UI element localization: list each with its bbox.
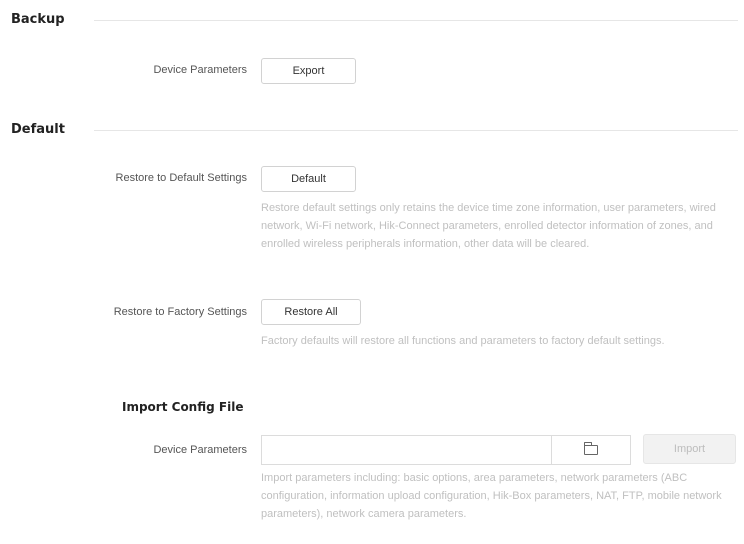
backup-divider [94,20,738,21]
folder-icon [584,442,598,455]
backup-device-parameters-label: Device Parameters [153,64,247,76]
restore-default-label: Restore to Default Settings [115,172,247,184]
import-device-parameters-label: Device Parameters [153,444,247,456]
default-button[interactable]: Default [261,166,356,192]
backup-section-title: Backup [11,12,65,27]
default-divider [94,130,738,131]
default-section-title: Default [11,122,65,137]
export-button[interactable]: Export [261,58,356,84]
restore-factory-description: Factory defaults will restore all functi… [261,335,665,347]
import-config-title: Import Config File [122,400,244,414]
restore-all-button[interactable]: Restore All [261,299,361,325]
browse-file-button[interactable] [551,435,631,465]
import-description: Import parameters including: basic optio… [261,472,722,520]
restore-default-description: Restore default settings only retains th… [261,202,716,250]
config-file-path-input[interactable] [261,435,552,465]
import-button[interactable]: Import [643,434,736,464]
restore-factory-label: Restore to Factory Settings [113,306,247,318]
